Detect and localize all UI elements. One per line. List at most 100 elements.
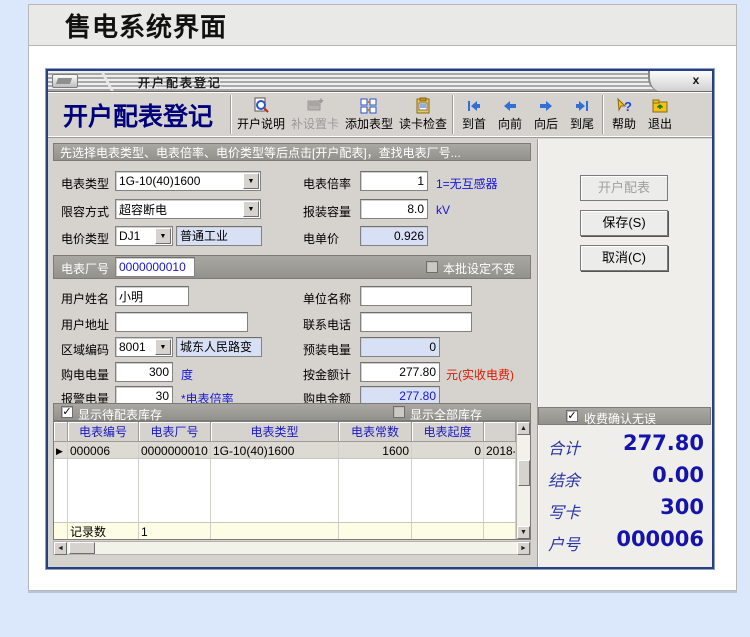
write-card-label: 写卡 (548, 503, 581, 522)
save-button[interactable]: 保存(S) (580, 210, 668, 236)
area-code-label: 区域编码 (61, 343, 110, 357)
user-name-input[interactable] (115, 286, 189, 306)
add-type-icon (360, 97, 378, 115)
scroll-right-icon[interactable]: ► (517, 541, 530, 555)
table-row[interactable]: ▶ 000006 0000000010 1G-10(40)1600 1600 0… (54, 442, 530, 459)
by-amount-note: 元(实收电费) (446, 368, 514, 382)
by-amount-input[interactable] (360, 362, 440, 382)
chevron-down-icon[interactable]: ▼ (155, 228, 171, 244)
clipboard-icon (414, 97, 432, 115)
app-icon (52, 74, 78, 88)
unit-price-value: 0.926 (360, 226, 428, 246)
user-addr-label: 用户地址 (61, 318, 110, 332)
scroll-up-icon[interactable]: ▲ (517, 422, 530, 435)
col-factory-no[interactable]: 电表厂号 (139, 422, 211, 442)
read-card-check-button[interactable]: 读卡检查 (396, 92, 450, 137)
capacity-label: 报装容量 (303, 205, 352, 219)
toolbar-separator (452, 95, 455, 134)
toolbar: 开户配表登记 开户说明 + 补设置卡 添加表型 读卡检查 到首 向前 向后 到尾… (48, 92, 712, 138)
table-empty-area (54, 459, 530, 522)
col-constant[interactable]: 电表常数 (339, 422, 412, 442)
col-meter-type[interactable]: 电表类型 (211, 422, 339, 442)
limit-mode-dropdown[interactable]: 超容断电 ▼ (115, 199, 261, 219)
meter-ratio-label: 电表倍率 (303, 177, 352, 191)
col-meter-no[interactable]: 电表编号 (68, 422, 139, 442)
instruction-bar: 先选择电表类型、电表倍率、电价类型等后点击[开户配表]，查找电表厂号... (53, 143, 531, 161)
user-addr-input[interactable] (115, 312, 248, 332)
open-help-button[interactable]: 开户说明 (234, 92, 288, 137)
last-arrow-icon (574, 97, 590, 115)
table-vscrollbar[interactable]: ▼ (516, 442, 530, 539)
account-no-row: 户号 000006 (544, 527, 706, 557)
account-no-label: 户号 (548, 535, 581, 554)
factory-no-input[interactable] (115, 257, 195, 277)
chevron-down-icon[interactable]: ▼ (155, 339, 171, 355)
exit-button[interactable]: 退出 (642, 92, 678, 137)
meter-ratio-note: 1=无互感器 (436, 177, 498, 191)
open-assign-button: 开户配表 (580, 175, 668, 201)
balance-value: 0.00 (652, 463, 704, 487)
account-no-value: 000006 (616, 527, 704, 551)
preinstall-value: 0 (360, 337, 440, 357)
close-icon[interactable]: x (688, 73, 704, 89)
cancel-button[interactable]: 取消(C) (580, 245, 668, 271)
user-name-label: 用户姓名 (61, 292, 110, 306)
inventory-table: 电表编号 电表厂号 电表类型 电表常数 电表起度 ▲ ▶ 000006 0000… (53, 421, 531, 540)
add-meter-type-button[interactable]: 添加表型 (342, 92, 396, 137)
page-title: 售电系统界面 (65, 11, 228, 42)
svg-text:+: + (319, 98, 323, 105)
exit-icon (651, 97, 669, 115)
show-all-checkbox[interactable] (393, 406, 405, 418)
total-value: 277.80 (622, 431, 704, 455)
total-row: 合计 277.80 (544, 431, 706, 461)
record-count-value: 1 (139, 523, 211, 539)
go-last-button[interactable]: 到尾 (564, 92, 600, 137)
record-count-label: 记录数 (68, 523, 139, 539)
meter-ratio-input[interactable] (360, 171, 428, 191)
org-name-input[interactable] (360, 286, 472, 306)
preinstall-label: 预装电量 (303, 343, 352, 357)
meter-type-dropdown[interactable]: 1G-10(40)1600 ▼ (115, 171, 261, 191)
purchase-qty-unit: 度 (181, 368, 194, 382)
org-name-label: 单位名称 (303, 292, 352, 306)
prev-arrow-icon (502, 97, 518, 115)
table-hscrollbar[interactable]: ◄ ► (53, 541, 531, 555)
price-type-desc: 普通工业 (176, 226, 262, 246)
balance-row: 结余 0.00 (544, 463, 706, 493)
go-next-button[interactable]: 向后 (528, 92, 564, 137)
scroll-down-icon[interactable]: ▼ (517, 526, 530, 539)
go-previous-button[interactable]: 向前 (492, 92, 528, 137)
phone-input[interactable] (360, 312, 472, 332)
vscroll-top: ▲ (516, 422, 530, 442)
hscroll-thumb[interactable] (69, 542, 95, 554)
table-header-row: 电表编号 电表厂号 电表类型 电表常数 电表起度 ▲ (54, 422, 530, 442)
help-button[interactable]: ? 帮助 (606, 92, 642, 137)
factory-no-label: 电表厂号 (61, 262, 110, 276)
go-first-button[interactable]: 到首 (456, 92, 492, 137)
toolbar-separator (602, 95, 605, 134)
price-type-dropdown[interactable]: DJ1 ▼ (115, 226, 173, 246)
col-start-read[interactable]: 电表起度 (412, 422, 484, 442)
show-pending-checkbox[interactable]: ✓ (61, 406, 73, 418)
scroll-left-icon[interactable]: ◄ (54, 541, 67, 555)
vscroll-thumb[interactable] (517, 460, 530, 486)
fee-confirm-checkbox[interactable]: ✓ (566, 410, 578, 422)
capacity-unit: kV (436, 203, 451, 217)
phone-label: 联系电话 (303, 318, 352, 332)
toolbar-separator (230, 95, 232, 134)
purchase-qty-input[interactable] (115, 362, 173, 382)
batch-unchanged-checkbox[interactable] (426, 261, 438, 273)
price-type-label: 电价类型 (61, 232, 110, 246)
fee-confirm-label: 收费确认无误 (584, 412, 657, 426)
area-code-dropdown[interactable]: 8001 ▼ (115, 337, 173, 357)
total-label: 合计 (548, 439, 581, 458)
balance-label: 结余 (548, 471, 581, 490)
chevron-down-icon[interactable]: ▼ (243, 201, 259, 217)
write-card-row: 写卡 300 (544, 495, 706, 525)
window-title: 开户配表登记 (138, 76, 223, 90)
area-code-desc: 城东人民路变 (176, 337, 262, 357)
chevron-down-icon[interactable]: ▼ (243, 173, 259, 189)
capacity-input[interactable] (360, 199, 428, 219)
window-titlebar: 开户配表登记 x (48, 71, 712, 92)
svg-text:?: ? (624, 99, 632, 114)
